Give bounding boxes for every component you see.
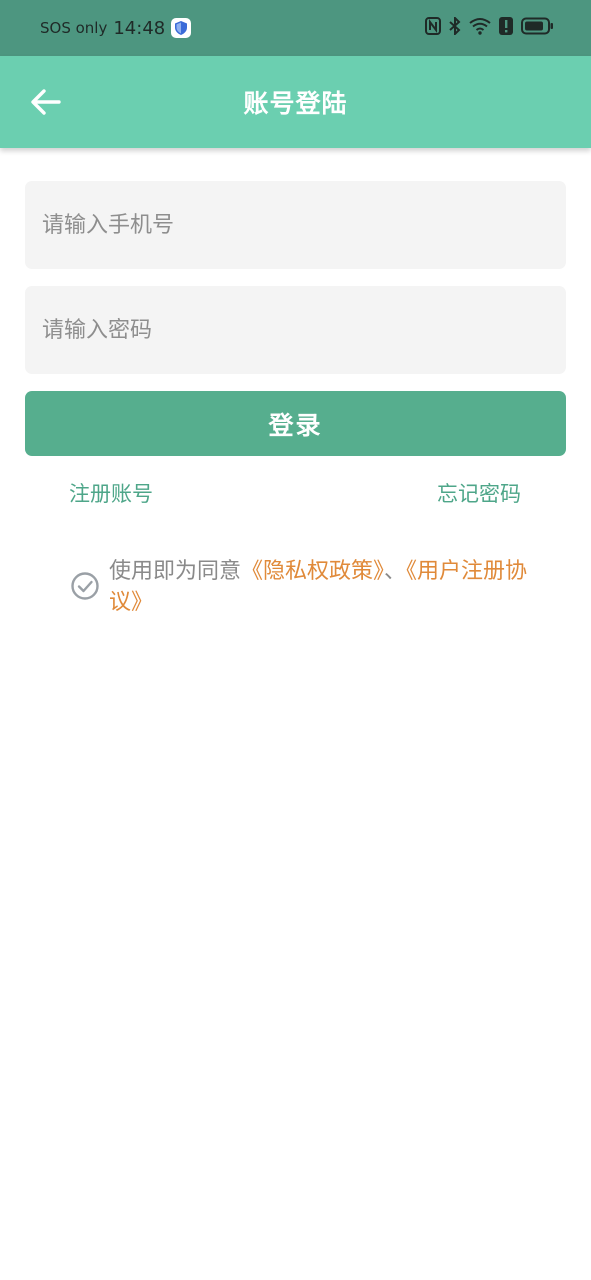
agreement-separator: 、: [384, 559, 407, 584]
status-bar: SOS only 14:48: [0, 0, 591, 56]
arrow-left-icon: [31, 89, 61, 115]
login-form: 登录: [25, 181, 566, 456]
wifi-icon: [469, 17, 491, 39]
status-right: [425, 15, 553, 39]
agreement-row: 使用即为同意《隐私权政策》、《用户注册协议》: [70, 556, 530, 618]
auth-links: 注册账号 忘记密码: [69, 478, 521, 508]
agreement-text: 使用即为同意《隐私权政策》、《用户注册协议》: [109, 556, 529, 618]
check-circle-icon[interactable]: [70, 571, 100, 601]
app-bar: 账号登陆: [0, 56, 591, 148]
page-title: 账号登陆: [243, 89, 348, 118]
register-link[interactable]: 注册账号: [69, 478, 153, 508]
bluetooth-icon: [449, 15, 461, 39]
password-input[interactable]: [25, 286, 566, 374]
status-time: 14:48: [113, 17, 166, 39]
nfc-icon: [425, 17, 441, 39]
privacy-policy-link[interactable]: 《隐私权政策》: [241, 559, 384, 584]
forgot-password-link[interactable]: 忘记密码: [437, 478, 521, 508]
shield-icon: [171, 18, 192, 38]
status-left: SOS only 14:48: [40, 17, 192, 39]
phone-input[interactable]: [25, 181, 566, 269]
alert-icon: [499, 17, 513, 39]
back-button[interactable]: [28, 84, 64, 120]
sos-status: SOS only: [40, 19, 108, 37]
login-button[interactable]: 登录: [25, 391, 566, 456]
battery-icon: [521, 17, 553, 39]
agreement-prefix: 使用即为同意: [109, 559, 242, 584]
